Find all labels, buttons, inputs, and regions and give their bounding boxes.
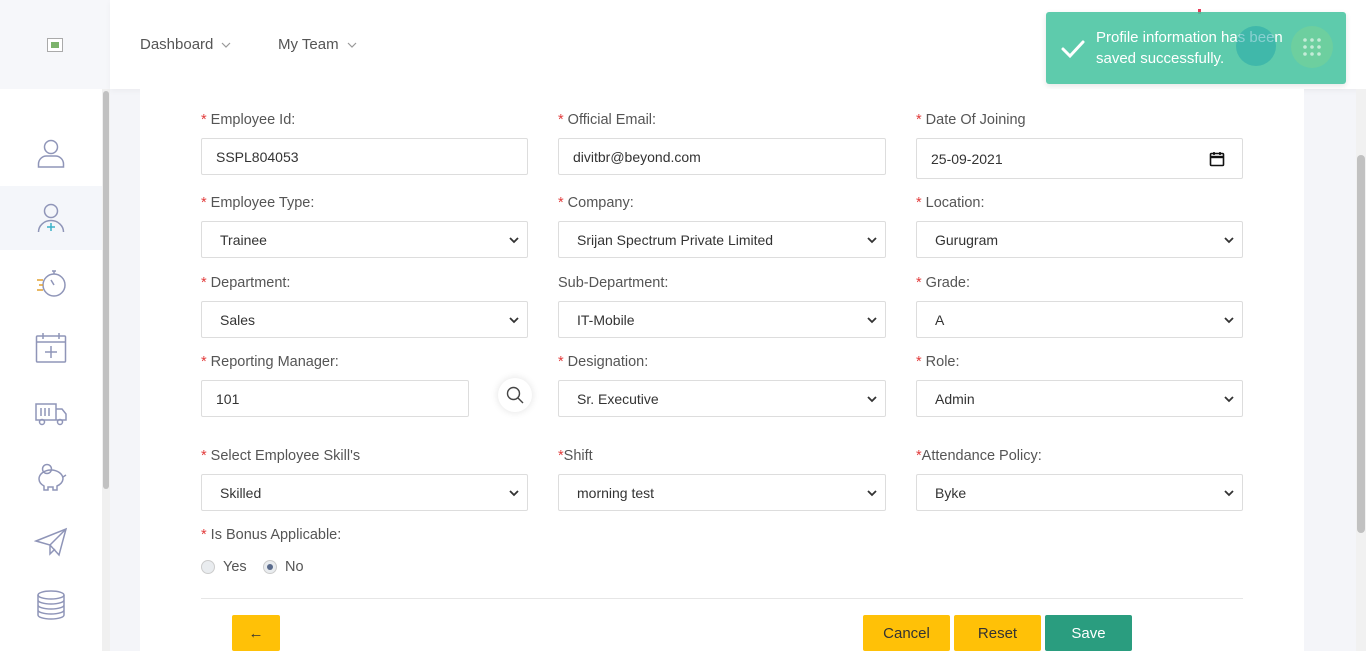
piggy-bank-icon [38, 463, 67, 491]
back-button[interactable]: ← [232, 615, 280, 651]
employee-type-label: * Employee Type: [201, 195, 315, 211]
attendance-policy-label: *Attendance Policy: [916, 448, 1042, 464]
reporting-manager-search-button[interactable] [498, 378, 532, 412]
attendance-policy-select[interactable]: Byke [916, 474, 1243, 511]
chevron-down-icon [1224, 396, 1234, 403]
menu-dashboard[interactable]: Dashboard [140, 36, 231, 53]
chevron-down-icon [347, 42, 357, 48]
menu-my-team[interactable]: My Team [278, 36, 357, 53]
official-email-input[interactable]: divitbr@beyond.com [558, 138, 886, 175]
chevron-down-icon [509, 490, 519, 497]
role-label: * Role: [916, 354, 960, 370]
search-icon [506, 386, 524, 404]
sidebar-item-finance[interactable] [0, 574, 102, 638]
sidebar-item-attendance[interactable] [0, 251, 102, 315]
grid-icon [1303, 38, 1321, 56]
employee-id-input[interactable]: SSPL804053 [201, 138, 528, 175]
calendar-icon[interactable] [1209, 151, 1225, 167]
department-select[interactable]: Sales [201, 301, 528, 338]
chevron-down-icon [867, 490, 877, 497]
role-select[interactable]: Admin [916, 380, 1243, 417]
grade-select[interactable]: A [916, 301, 1243, 338]
employee-id-label: * Employee Id: [201, 112, 296, 128]
chevron-down-icon [867, 396, 877, 403]
check-icon [1061, 40, 1085, 59]
bonus-label: * Is Bonus Applicable: [201, 527, 342, 543]
chevron-down-icon [509, 317, 519, 324]
employee-type-select[interactable]: Trainee [201, 221, 528, 258]
paper-plane-icon [34, 527, 68, 557]
chevron-down-icon [1224, 490, 1234, 497]
sidebar [0, 0, 110, 651]
menu-dashboard-label: Dashboard [140, 36, 214, 53]
form-divider [201, 598, 1243, 599]
chevron-down-icon [867, 237, 877, 244]
bonus-yes-label: Yes [223, 559, 247, 575]
calendar-plus-icon [35, 333, 67, 363]
chevron-down-icon [221, 42, 231, 48]
sidebar-item-profile[interactable] [0, 121, 102, 185]
sub-department-label: Sub-Department: [558, 275, 669, 291]
bonus-yes-option[interactable]: Yes [201, 559, 247, 575]
bonus-yes-radio[interactable] [201, 560, 215, 574]
date-of-joining-input[interactable]: 25-09-2021 [916, 138, 1243, 179]
apps-grid-button[interactable] [1291, 26, 1333, 68]
date-of-joining-label: * Date Of Joining [916, 112, 1026, 128]
sidebar-item-add-employee[interactable] [0, 186, 102, 250]
reporting-manager-input[interactable]: 101 [201, 380, 469, 417]
company-select[interactable]: Srijan Spectrum Private Limited [558, 221, 886, 258]
cancel-button[interactable]: Cancel [863, 615, 950, 651]
chevron-down-icon [1224, 317, 1234, 324]
designation-label: * Designation: [558, 354, 649, 370]
reporting-manager-label: * Reporting Manager: [201, 354, 339, 370]
location-select[interactable]: Gurugram [916, 221, 1243, 258]
chevron-down-icon [509, 237, 519, 244]
sidebar-item-requests[interactable] [0, 510, 102, 574]
chevron-down-icon [867, 317, 877, 324]
department-label: * Department: [201, 275, 291, 291]
location-label: * Location: [916, 195, 985, 211]
reset-button[interactable]: Reset [954, 615, 1041, 651]
truck-icon [35, 403, 67, 426]
logo-area [0, 0, 110, 89]
shift-label: *Shift [558, 448, 593, 464]
shift-select[interactable]: morning test [558, 474, 886, 511]
bonus-no-radio[interactable] [263, 560, 277, 574]
header-action-button[interactable] [1236, 26, 1276, 66]
bonus-no-option[interactable]: No [263, 559, 304, 575]
company-label: * Company: [558, 195, 634, 211]
stopwatch-icon [37, 270, 66, 297]
bonus-no-label: No [285, 559, 304, 575]
save-button[interactable]: Save [1045, 615, 1132, 651]
grade-label: * Grade: [916, 275, 971, 291]
logo-image[interactable] [47, 38, 63, 52]
menu-my-team-label: My Team [278, 36, 339, 53]
chevron-down-icon [1224, 237, 1234, 244]
skills-label: * Select Employee Skill's [201, 448, 361, 464]
sidebar-item-leave[interactable] [0, 316, 102, 380]
sidebar-scroll-thumb[interactable] [103, 91, 109, 489]
user-icon [37, 139, 65, 168]
skills-select[interactable]: Skilled [201, 474, 528, 511]
coins-stack-icon [37, 590, 65, 620]
page-scroll-thumb[interactable] [1357, 155, 1365, 533]
sidebar-item-payroll[interactable] [0, 446, 102, 510]
designation-select[interactable]: Sr. Executive [558, 380, 886, 417]
sub-department-select[interactable]: IT-Mobile [558, 301, 886, 338]
add-user-icon [37, 203, 65, 233]
official-email-label: * Official Email: [558, 112, 657, 128]
sidebar-item-assets[interactable] [0, 380, 102, 444]
